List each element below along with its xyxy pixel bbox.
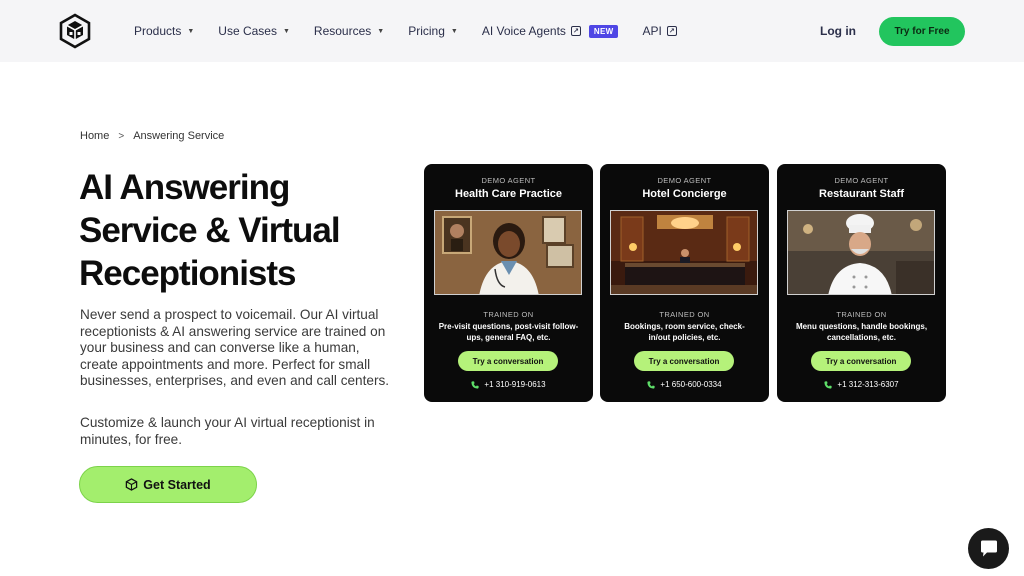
phone-number[interactable]: +1 312-313-6307 — [777, 380, 946, 389]
try-conversation-button[interactable]: Try a conversation — [634, 351, 734, 371]
nav-products[interactable]: Products ▼ — [134, 24, 194, 38]
phone-number[interactable]: +1 650-600-0334 — [600, 380, 769, 389]
card-eyebrow: DEMO AGENT — [657, 176, 712, 185]
get-started-label: Get Started — [143, 477, 211, 492]
title-line: Receptionists — [79, 254, 297, 293]
hero-description: Never send a prospect to voicemail. Our … — [80, 307, 390, 389]
card-eyebrow: DEMO AGENT — [481, 176, 536, 185]
breadcrumb-home[interactable]: Home — [80, 130, 109, 142]
nav-use-cases[interactable]: Use Cases ▼ — [218, 24, 290, 38]
nav-label: Pricing — [408, 24, 445, 38]
nav-label: Resources — [313, 24, 372, 38]
try-conversation-button[interactable]: Try a conversation — [811, 351, 911, 371]
phone-icon — [824, 380, 833, 389]
phone-icon — [471, 380, 480, 389]
chevron-right-icon: > — [118, 130, 125, 142]
nav-resources[interactable]: Resources ▼ — [314, 24, 384, 38]
trained-on-label: TRAINED ON — [483, 310, 534, 319]
cube-icon — [126, 478, 138, 491]
trained-on-label: TRAINED ON — [836, 310, 887, 319]
breadcrumb-current: Answering Service — [133, 130, 225, 142]
phone-number[interactable]: +1 310-919-0613 — [424, 380, 593, 389]
try-conversation-button[interactable]: Try a conversation — [458, 351, 558, 371]
card-title: Health Care Practice — [455, 188, 562, 200]
nav-ai-voice-agents[interactable]: AI Voice Agents ↗ NEW — [482, 24, 619, 38]
card-title: Hotel Concierge — [642, 188, 727, 200]
chat-bubble-icon — [980, 540, 997, 556]
hero-subdescription: Customize & launch your AI virtual recep… — [80, 415, 375, 447]
get-started-button[interactable]: Get Started — [79, 466, 257, 503]
hotel-lobby-photo — [610, 210, 758, 295]
phone-icon — [647, 380, 656, 389]
demo-agent-card-health-care: DEMO AGENT Health Care Practice TRAINED … — [424, 164, 593, 402]
caret-down-icon: ▼ — [377, 27, 385, 35]
caret-down-icon: ▼ — [187, 27, 195, 35]
demo-agent-card-restaurant-staff: DEMO AGENT Restaurant Staff TRAINED ON M… — [777, 164, 946, 402]
title-line: AI Answering — [79, 168, 290, 207]
nav-label: Use Cases — [218, 24, 277, 38]
nav-label: AI Voice Agents — [481, 24, 566, 38]
card-eyebrow: DEMO AGENT — [834, 176, 889, 185]
phone-number-text: +1 310-919-0613 — [484, 380, 546, 389]
external-link-icon: ↗ — [570, 26, 581, 36]
top-navbar: Products ▼ Use Cases ▼ Resources ▼ Prici… — [0, 0, 1024, 62]
trained-on-description: Pre-visit questions, post-visit follow-u… — [438, 322, 579, 342]
title-line: Service & Virtual — [79, 211, 341, 250]
main-nav: Products ▼ Use Cases ▼ Resources ▼ Prici… — [134, 0, 701, 62]
nav-api[interactable]: API ↗ — [642, 24, 677, 38]
try-for-free-button[interactable]: Try for Free — [879, 17, 965, 46]
caret-down-icon: ▼ — [450, 27, 458, 35]
chat-widget-button[interactable] — [968, 528, 1009, 569]
demo-agent-card-hotel-concierge: DEMO AGENT Hotel Concierge TRAINED ON Bo… — [600, 164, 769, 402]
phone-number-text: +1 650-600-0334 — [660, 380, 722, 389]
trained-on-description: Bookings, room service, check-in/out pol… — [624, 322, 745, 342]
nav-label: Products — [134, 24, 182, 38]
trained-on-label: TRAINED ON — [659, 310, 710, 319]
login-link[interactable]: Log in — [820, 24, 856, 38]
page-title: AI Answering Service & Virtual Reception… — [79, 166, 419, 295]
nav-label: API — [642, 24, 662, 38]
chef-photo — [787, 210, 935, 295]
phone-number-text: +1 312-313-6307 — [837, 380, 899, 389]
caret-down-icon: ▼ — [282, 27, 290, 35]
nav-pricing[interactable]: Pricing ▼ — [408, 24, 458, 38]
external-link-icon: ↗ — [666, 26, 677, 36]
new-badge: NEW — [588, 24, 619, 38]
breadcrumb: Home > Answering Service — [80, 130, 224, 142]
doctor-photo — [434, 210, 582, 295]
cube-logo-icon[interactable] — [58, 13, 92, 49]
trained-on-description: Menu questions, handle bookings, cancell… — [795, 322, 928, 342]
card-title: Restaurant Staff — [819, 188, 904, 200]
